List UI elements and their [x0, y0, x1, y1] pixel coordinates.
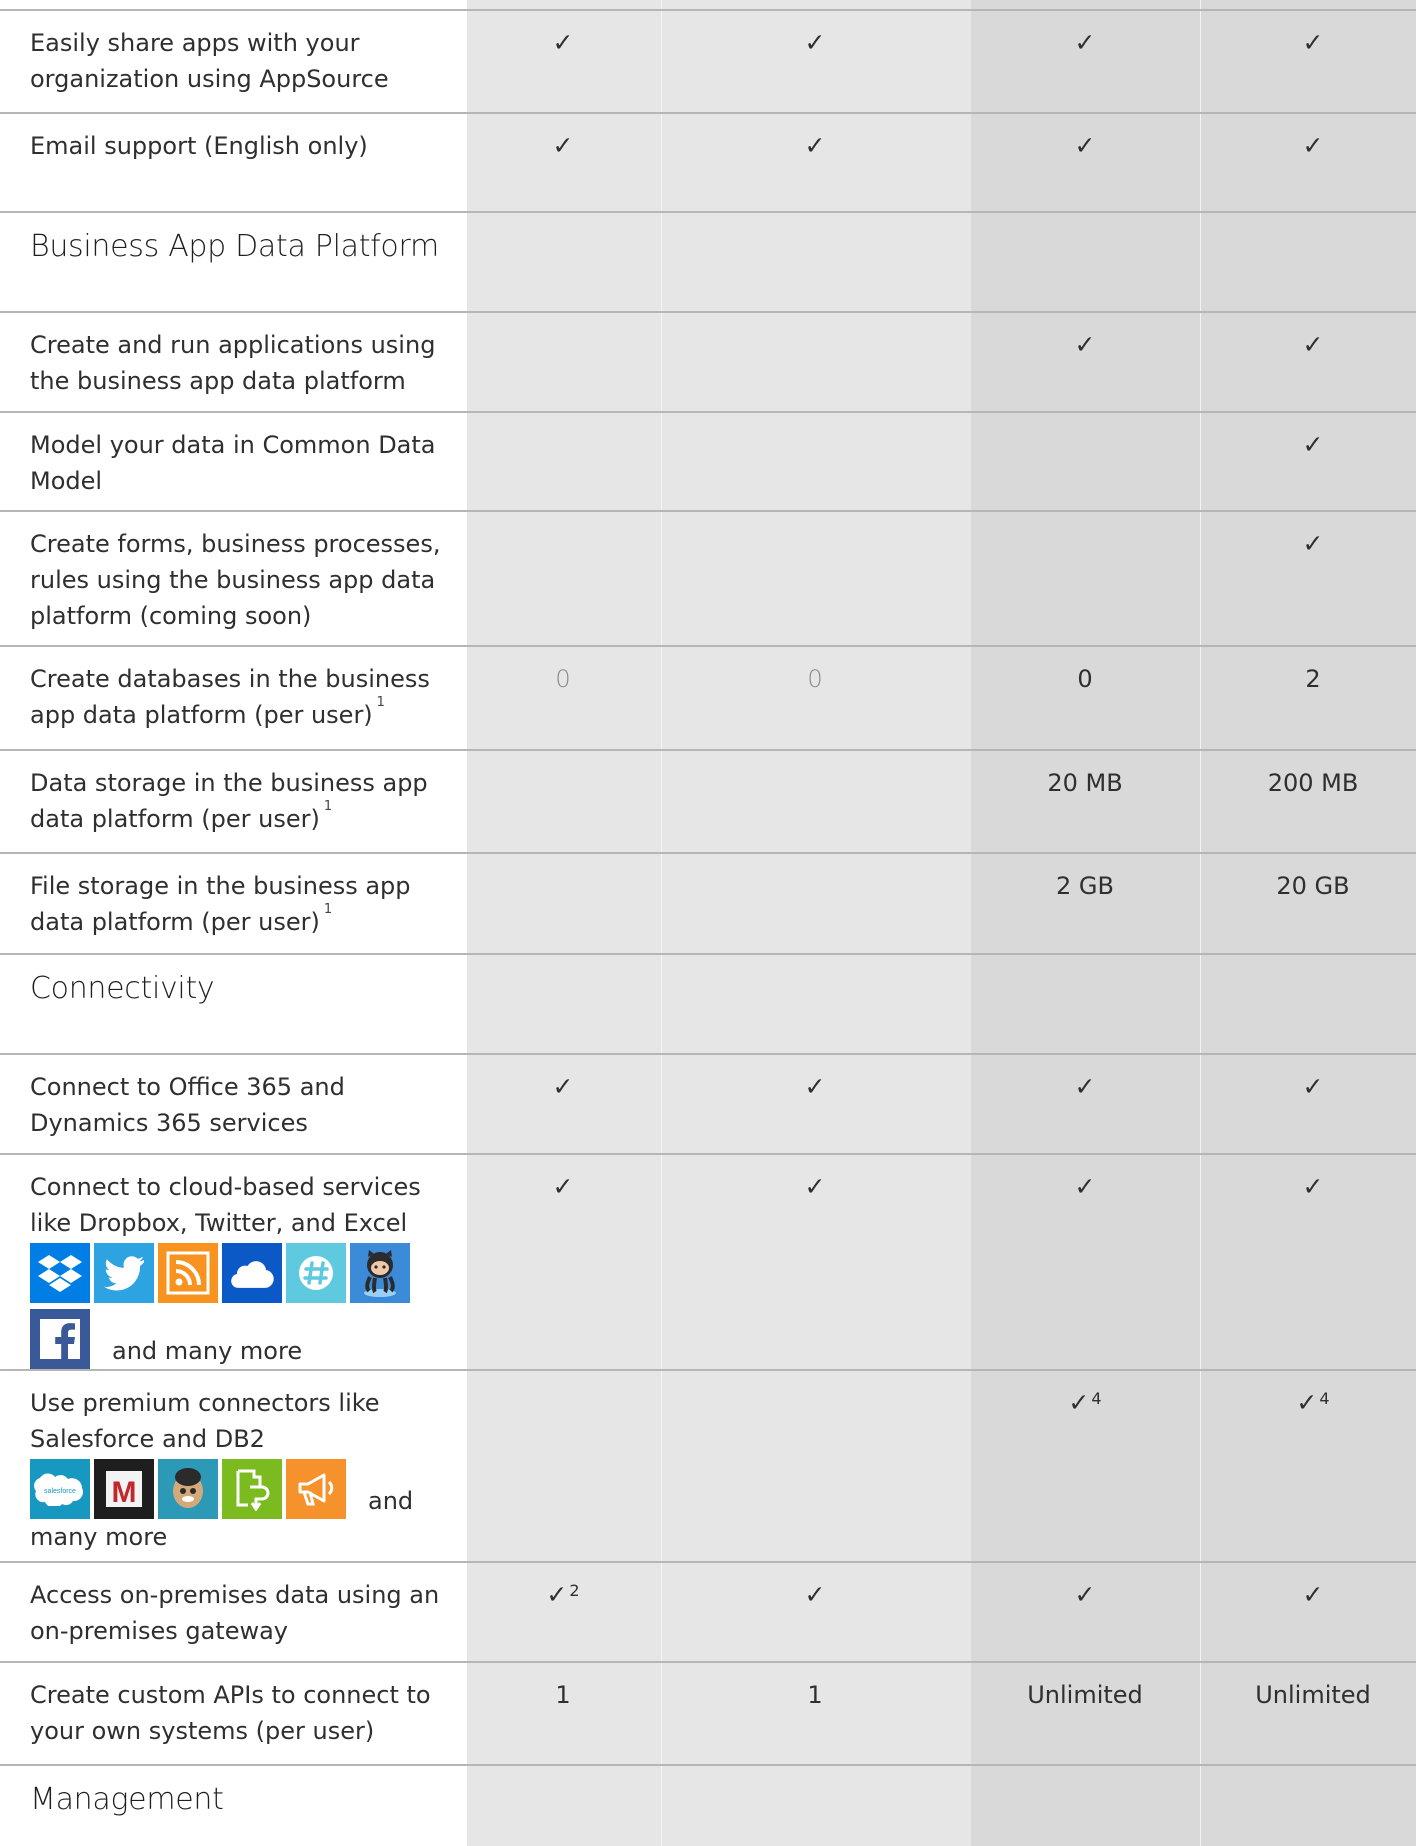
- check-icon: ✓: [552, 131, 574, 160]
- footnote-marker: 1: [376, 695, 385, 710]
- footnote-marker: 1: [323, 799, 333, 814]
- check-icon: ✓: [552, 28, 574, 57]
- feature-label: Email support (English only): [30, 132, 368, 160]
- check-icon: ✓: [804, 131, 826, 160]
- value-cell: 2: [1305, 665, 1321, 693]
- feature-label-text: Connect to cloud-based services like Dro…: [30, 1173, 421, 1237]
- check-icon: ✓: [1074, 28, 1096, 57]
- table-row: Create and run applications using the bu…: [0, 311, 1416, 411]
- marketo-icon: M: [94, 1459, 154, 1519]
- footnote-marker: 4: [1091, 1389, 1102, 1408]
- table-row: Use premium connectors like Salesforce a…: [0, 1369, 1416, 1561]
- check-icon: ✓ 4: [1296, 1388, 1330, 1417]
- value-cell: 20 MB: [1047, 769, 1123, 797]
- check-icon: ✓: [1074, 131, 1096, 160]
- feature-label: Create and run applications using the bu…: [30, 331, 436, 395]
- feature-label: Model your data in Common Data Model: [30, 431, 436, 495]
- table-row: File storage in the business app data pl…: [0, 852, 1416, 953]
- feature-label: File storage in the business app data pl…: [30, 872, 411, 936]
- check-icon: ✓: [1302, 131, 1324, 160]
- value-cell: 1: [807, 1681, 823, 1709]
- section-header-row: Business App Data Platform: [0, 211, 1416, 311]
- feature-label: Access on-premises data using an on-prem…: [30, 1581, 440, 1645]
- table-row: Access on-premises data using an on-prem…: [0, 1561, 1416, 1661]
- table-row: Connect to Office 365 and Dynamics 365 s…: [0, 1053, 1416, 1153]
- and-many-more-text: and many more: [112, 1337, 303, 1365]
- docs-export-icon: [222, 1459, 282, 1519]
- facebook-icon: [30, 1309, 90, 1369]
- feature-label: Create custom APIs to connect to your ow…: [30, 1681, 431, 1745]
- check-icon: ✓: [1074, 1580, 1096, 1609]
- section-title: Management: [30, 1782, 224, 1817]
- svg-text:salesforce: salesforce: [44, 1488, 76, 1495]
- many-more-text: many more: [30, 1523, 168, 1551]
- plan-comparison-table: Easily share apps with your organization…: [0, 0, 1416, 1844]
- footnote-marker: 2: [569, 1581, 580, 1600]
- check-icon: ✓: [1074, 1072, 1096, 1101]
- and-text: and: [368, 1487, 414, 1515]
- feature-label: Easily share apps with your organization…: [30, 29, 389, 93]
- value-cell: 200 MB: [1267, 769, 1359, 797]
- value-cell: 0: [807, 665, 823, 693]
- slack-icon: [286, 1243, 346, 1303]
- value-cell: Unlimited: [1255, 1681, 1371, 1709]
- rss-icon: [158, 1243, 218, 1303]
- check-icon: ✓: [1302, 529, 1324, 558]
- check-icon: ✓: [804, 28, 826, 57]
- section-header-row: Connectivity: [0, 953, 1416, 1053]
- check-icon: ✓: [1302, 28, 1324, 57]
- table-row: Model your data in Common Data Model ✓: [0, 411, 1416, 510]
- check-icon: ✓: [1302, 1172, 1324, 1201]
- table-row: Create forms, business processes, rules …: [0, 510, 1416, 645]
- value-cell: Unlimited: [1027, 1681, 1143, 1709]
- footnote-marker: 4: [1319, 1389, 1330, 1408]
- value-cell: 0: [555, 665, 571, 693]
- table-row: Create databases in the business app dat…: [0, 645, 1416, 749]
- feature-label: Connect to cloud-based services like Dro…: [30, 1169, 460, 1369]
- footnote-marker: 1: [323, 902, 333, 917]
- check-icon: ✓ 4: [1068, 1388, 1102, 1417]
- check-icon: ✓: [1074, 1172, 1096, 1201]
- svg-text:M: M: [112, 1476, 137, 1509]
- section-title: Business App Data Platform: [30, 229, 439, 264]
- feature-label: Data storage in the business app data pl…: [30, 769, 428, 833]
- table-row: Connect to cloud-based services like Dro…: [0, 1153, 1416, 1369]
- value-cell: 20 GB: [1276, 872, 1350, 900]
- table-row: Email support (English only) ✓ ✓ ✓ ✓: [0, 112, 1416, 211]
- salesforce-icon: salesforce: [30, 1459, 90, 1519]
- value-cell: 2 GB: [1056, 872, 1114, 900]
- check-icon: ✓: [552, 1172, 574, 1201]
- check-icon: ✓: [1302, 330, 1324, 359]
- feature-label: Create forms, business processes, rules …: [30, 530, 441, 630]
- check-icon: ✓: [552, 1072, 574, 1101]
- section-title: Connectivity: [30, 971, 215, 1006]
- dropbox-icon: [30, 1243, 90, 1303]
- feature-label: Use premium connectors like Salesforce a…: [30, 1385, 460, 1555]
- table-row: Data storage in the business app data pl…: [0, 749, 1416, 852]
- table-row: Easily share apps with your organization…: [0, 9, 1416, 112]
- feature-label: Create databases in the business app dat…: [30, 665, 430, 729]
- section-header-row: Management: [0, 1764, 1416, 1844]
- icon-line: and many more: [30, 1309, 460, 1369]
- twitter-icon: [94, 1243, 154, 1303]
- feature-label: Connect to Office 365 and Dynamics 365 s…: [30, 1073, 345, 1137]
- check-icon: ✓: [804, 1072, 826, 1101]
- check-icon: ✓ 2: [546, 1580, 580, 1609]
- feature-label-text: Use premium connectors like Salesforce a…: [30, 1389, 380, 1453]
- campaign-icon: [286, 1459, 346, 1519]
- connector-icons: and many more: [30, 1243, 460, 1369]
- check-icon: ✓: [804, 1172, 826, 1201]
- check-icon: ✓: [1074, 330, 1096, 359]
- table-row: Create custom APIs to connect to your ow…: [0, 1661, 1416, 1764]
- check-icon: ✓: [1302, 430, 1324, 459]
- value-cell: 1: [555, 1681, 571, 1709]
- premium-connector-icons: salesforce M and: [30, 1459, 460, 1519]
- check-icon: ✓: [1302, 1580, 1324, 1609]
- check-icon: ✓: [1302, 1072, 1324, 1101]
- github-icon: [350, 1243, 410, 1303]
- onedrive-icon: [222, 1243, 282, 1303]
- value-cell: 0: [1077, 665, 1093, 693]
- mailchimp-icon: [158, 1459, 218, 1519]
- check-icon: ✓: [804, 1580, 826, 1609]
